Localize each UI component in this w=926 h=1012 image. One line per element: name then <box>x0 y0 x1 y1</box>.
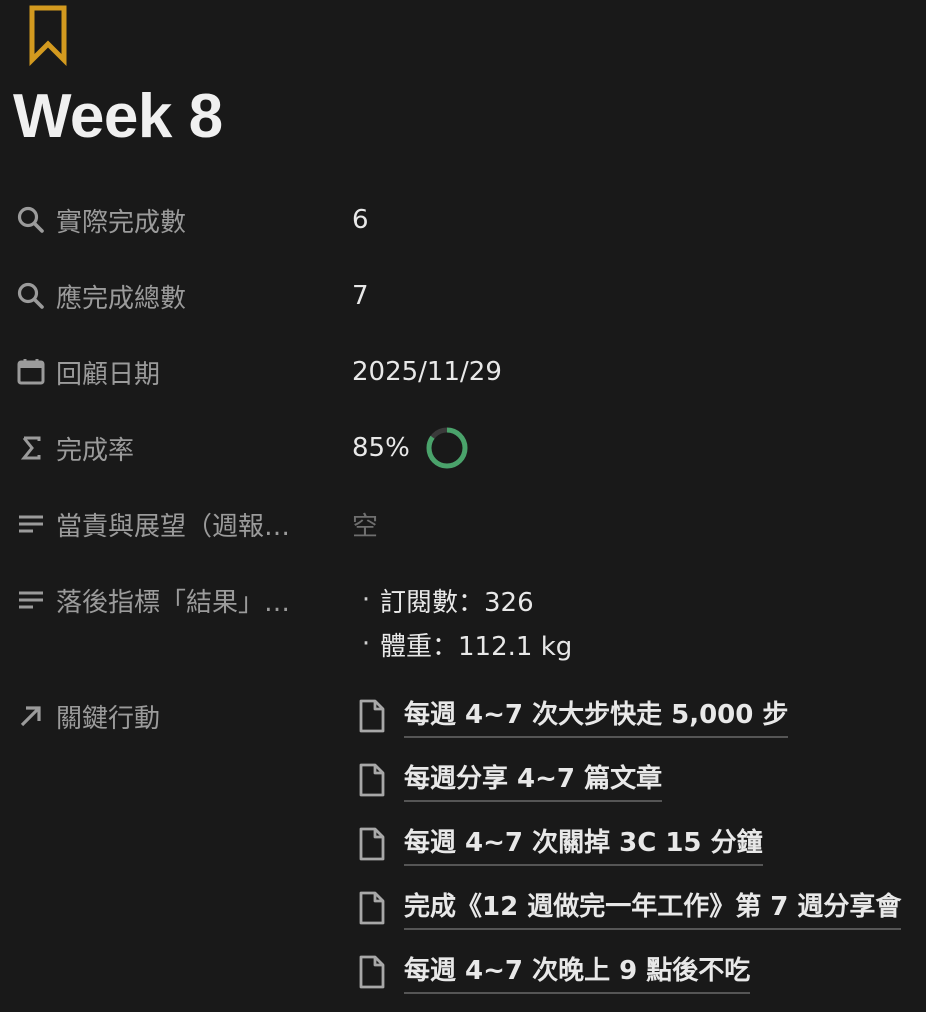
relation-list: 每週 4~7 次大步快走 5,000 步 每週分享 4~7 篇文章 每週 4~7… <box>352 692 902 1012</box>
property-label[interactable]: 應完成總數 <box>14 272 314 320</box>
bullet-text: 訂閱數：326 <box>380 587 534 618</box>
relation-link[interactable]: 每週 4~7 次大步快走 5,000 步 <box>404 694 789 738</box>
property-label-text: 落後指標「結果」… <box>56 587 291 618</box>
relation-item[interactable]: 每週 4~7 次關掉 3C 15 分鐘 <box>352 820 901 884</box>
text-lines-icon <box>14 507 48 541</box>
page-icon <box>352 948 392 996</box>
page-icon <box>352 884 392 932</box>
property-label-text: 應完成總數 <box>56 283 187 314</box>
list-item: · 訂閱數：326 <box>352 578 572 622</box>
bullet-list[interactable]: · 訂閱數：326 · 體重：112.1 kg <box>352 578 572 666</box>
property-label[interactable]: 落後指標「結果」… <box>14 576 314 624</box>
page-icon <box>352 756 392 804</box>
bullet-dot: · <box>361 585 371 615</box>
property-label[interactable]: 當責與展望（週報… <box>14 500 314 548</box>
relation-link[interactable]: 完成《12 週做完一年工作》第 7 週分享會 <box>404 886 902 930</box>
page-icon <box>352 692 392 740</box>
search-icon <box>14 279 48 313</box>
bullet-dot: · <box>361 629 371 659</box>
property-label[interactable]: 實際完成數 <box>14 196 314 244</box>
property-label[interactable]: 回顧日期 <box>14 348 314 396</box>
page-title[interactable]: Week 8 <box>13 77 223 157</box>
search-icon <box>14 203 48 237</box>
relation-item[interactable]: 每週分享 4~7 篇文章 <box>352 756 901 820</box>
property-value[interactable]: 6 <box>352 196 369 244</box>
bullet-text: 體重：112.1 kg <box>380 631 573 662</box>
relation-item[interactable]: 完成《12 週做完一年工作》第 7 週分享會 <box>352 884 902 948</box>
property-label-text: 回顧日期 <box>56 359 161 390</box>
property-value[interactable]: 2025/11/29 <box>352 348 502 396</box>
property-value[interactable]: 7 <box>352 272 369 320</box>
property-label-text: 完成率 <box>56 435 135 466</box>
list-item: · 體重：112.1 kg <box>352 622 572 666</box>
relation-item[interactable]: 每週 4~7 次大步快走 5,000 步 <box>352 692 901 756</box>
relation-item[interactable]: 每週 4~7 次晚上 9 點後不吃 <box>352 948 901 1012</box>
property-label-text: 實際完成數 <box>56 207 187 238</box>
property-label[interactable]: 完成率 <box>14 424 314 472</box>
bookmark-icon[interactable] <box>24 2 76 67</box>
relation-link[interactable]: 每週分享 4~7 篇文章 <box>404 758 663 802</box>
text-lines-icon <box>14 583 48 617</box>
progress-ring <box>426 427 468 469</box>
page-icon <box>352 820 392 868</box>
relation-link[interactable]: 每週 4~7 次晚上 9 點後不吃 <box>404 950 751 994</box>
property-label[interactable]: 關鍵行動 <box>14 692 314 740</box>
calendar-icon <box>14 355 48 389</box>
completion-rate-text: 85% <box>352 433 410 463</box>
sigma-icon <box>14 431 48 465</box>
arrow-up-right-icon <box>14 699 48 733</box>
property-label-text: 當責與展望（週報… <box>56 511 291 542</box>
relation-link[interactable]: 每週 4~7 次關掉 3C 15 分鐘 <box>404 822 763 866</box>
property-value[interactable]: 85% <box>352 424 470 472</box>
property-label-text: 關鍵行動 <box>56 703 161 734</box>
property-value-empty[interactable]: 空 <box>352 500 378 548</box>
